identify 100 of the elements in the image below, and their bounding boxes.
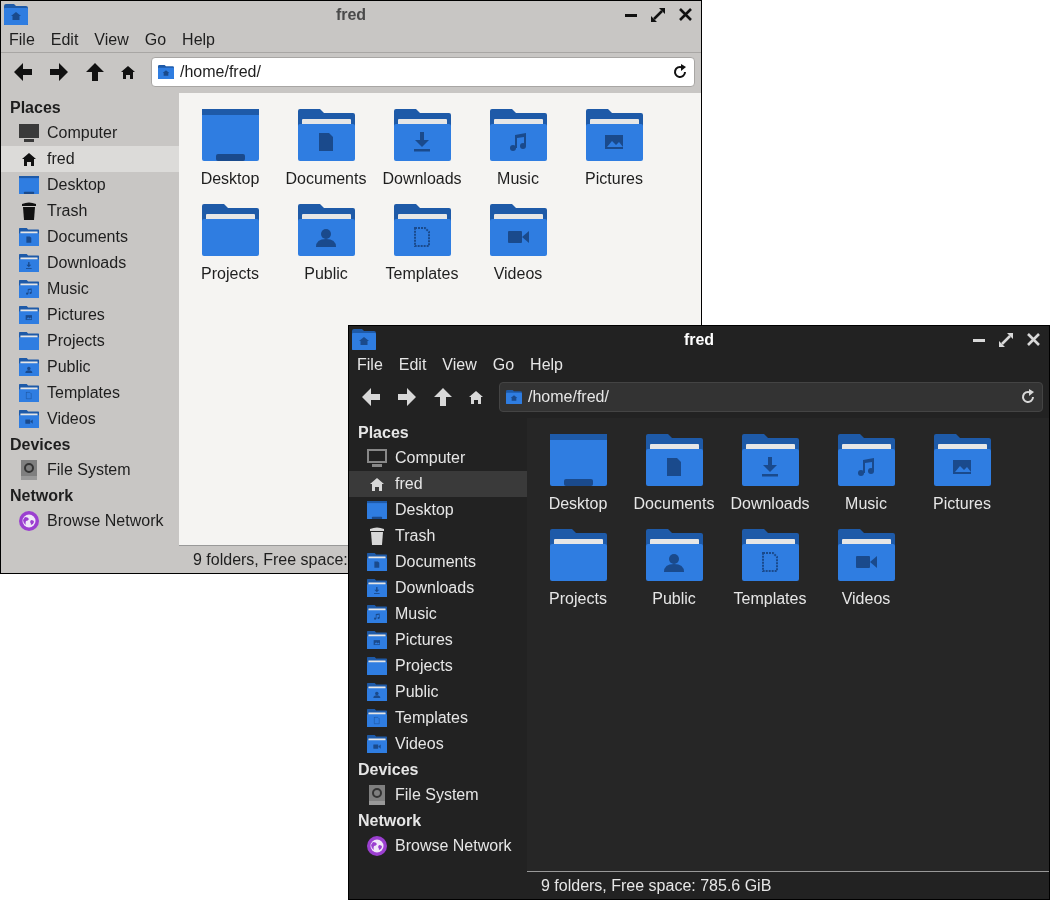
folder-icon <box>19 409 39 429</box>
refresh-icon[interactable] <box>672 64 688 80</box>
file-label[interactable]: Desktop <box>200 167 260 191</box>
close-icon[interactable] <box>679 8 692 21</box>
desktop-folder-icon <box>549 434 607 486</box>
section-heading: Network <box>357 811 423 831</box>
sidebar-item[interactable]: Projects <box>349 653 527 679</box>
folder-icon <box>19 253 39 273</box>
file-label[interactable]: Pictures <box>585 167 643 191</box>
maximize-icon[interactable] <box>999 332 1013 347</box>
monitor-icon <box>367 449 387 467</box>
file-label[interactable]: Desktop <box>548 492 608 516</box>
file-label[interactable]: Music <box>497 167 539 191</box>
folder-icon <box>645 529 703 581</box>
trash-icon <box>369 527 385 545</box>
file-label[interactable]: Projects <box>201 262 259 286</box>
file-label[interactable]: Documents <box>285 167 367 191</box>
menu-item[interactable]: Go <box>144 28 167 52</box>
monitor-icon <box>19 124 39 142</box>
folder-icon <box>19 331 39 351</box>
home-icon <box>370 477 384 491</box>
path-field[interactable]: /home/fred/ <box>499 382 1043 412</box>
sidebar-item[interactable]: Browse Network <box>349 833 527 859</box>
sidebar-item[interactable]: Pictures <box>1 302 179 328</box>
menu-item[interactable]: File <box>357 353 383 377</box>
section-heading: Devices <box>357 760 420 780</box>
file-label[interactable]: Public <box>304 262 348 286</box>
file-label[interactable]: Templates <box>733 587 807 611</box>
sidebar-item[interactable]: Templates <box>349 705 527 731</box>
sidebar-item[interactable]: Pictures <box>349 627 527 653</box>
menu-item[interactable]: File <box>9 28 35 52</box>
folder-icon <box>741 529 799 581</box>
sidebar-item[interactable]: Desktop <box>1 172 179 198</box>
folder-icon <box>367 552 387 572</box>
file-label[interactable]: Videos <box>841 587 891 611</box>
sidebar-item[interactable]: Videos <box>1 406 179 432</box>
forward-arrow-icon[interactable] <box>397 387 417 407</box>
sidebar-item[interactable]: Templates <box>1 380 179 406</box>
sidebar-item[interactable]: Documents <box>1 224 179 250</box>
folder-icon <box>367 734 387 754</box>
file-label[interactable]: Downloads <box>382 167 462 191</box>
path-text: /home/fred/ <box>528 387 609 407</box>
maximize-icon[interactable] <box>651 7 665 22</box>
sidebar-item[interactable]: Music <box>1 276 179 302</box>
folder-icon <box>367 656 387 676</box>
sidebar-item[interactable]: Trash <box>1 198 179 224</box>
sidebar-item[interactable]: Videos <box>349 731 527 757</box>
menu-item[interactable]: View <box>442 353 477 377</box>
folder-icon <box>506 390 522 404</box>
home-icon[interactable] <box>469 390 483 404</box>
sidebar-item[interactable]: Music <box>349 601 527 627</box>
sidebar-item[interactable]: Documents <box>349 549 527 575</box>
folder-icon <box>19 279 39 299</box>
up-arrow-icon[interactable] <box>433 387 453 407</box>
sidebar-item[interactable]: Public <box>349 679 527 705</box>
window-title: fred <box>335 4 367 25</box>
app-icon <box>4 4 28 25</box>
menu-item[interactable]: Help <box>530 353 563 377</box>
file-label[interactable]: Videos <box>493 262 543 286</box>
sidebar-item[interactable]: Computer <box>1 120 179 146</box>
sidebar-item[interactable]: File System <box>1 457 179 483</box>
file-label[interactable]: Music <box>845 492 887 516</box>
folder-icon <box>297 109 355 161</box>
menu-item[interactable]: Go <box>492 353 515 377</box>
sidebar-item[interactable]: Trash <box>349 523 527 549</box>
file-label[interactable]: Pictures <box>933 492 991 516</box>
menu-item[interactable]: Edit <box>398 353 427 377</box>
back-arrow-icon[interactable] <box>361 387 381 407</box>
sidebar-item[interactable]: File System <box>349 782 527 808</box>
folder-icon <box>741 434 799 486</box>
back-arrow-icon[interactable] <box>13 62 33 82</box>
menu-item[interactable]: View <box>94 28 129 52</box>
file-label[interactable]: Templates <box>385 262 459 286</box>
home-icon[interactable] <box>121 65 135 79</box>
folder-icon <box>837 529 895 581</box>
folder-icon <box>367 630 387 650</box>
sidebar-item[interactable]: fred <box>349 471 527 497</box>
sidebar-item[interactable]: Downloads <box>349 575 527 601</box>
sidebar-item[interactable]: Downloads <box>1 250 179 276</box>
forward-arrow-icon[interactable] <box>49 62 69 82</box>
file-label[interactable]: Projects <box>549 587 607 611</box>
refresh-icon[interactable] <box>1020 389 1036 405</box>
file-label[interactable]: Documents <box>633 492 715 516</box>
sidebar-item[interactable]: Desktop <box>349 497 527 523</box>
sidebar-item[interactable]: fred <box>1 146 179 172</box>
status-text: 9 folders, Free space: <box>193 549 348 570</box>
menu-item[interactable]: Edit <box>50 28 79 52</box>
up-arrow-icon[interactable] <box>85 62 105 82</box>
file-label[interactable]: Downloads <box>730 492 810 516</box>
sidebar-item[interactable]: Browse Network <box>1 508 179 534</box>
sidebar-item[interactable]: Projects <box>1 328 179 354</box>
section-heading: Places <box>357 423 410 443</box>
file-label[interactable]: Public <box>652 587 696 611</box>
menu-item[interactable]: Help <box>182 28 215 52</box>
section-heading: Devices <box>9 435 72 455</box>
sidebar-item[interactable]: Computer <box>349 445 527 471</box>
path-field[interactable]: /home/fred/ <box>151 57 695 87</box>
folder-icon <box>19 227 39 247</box>
folder-icon <box>549 529 607 581</box>
sidebar-item[interactable]: Public <box>1 354 179 380</box>
